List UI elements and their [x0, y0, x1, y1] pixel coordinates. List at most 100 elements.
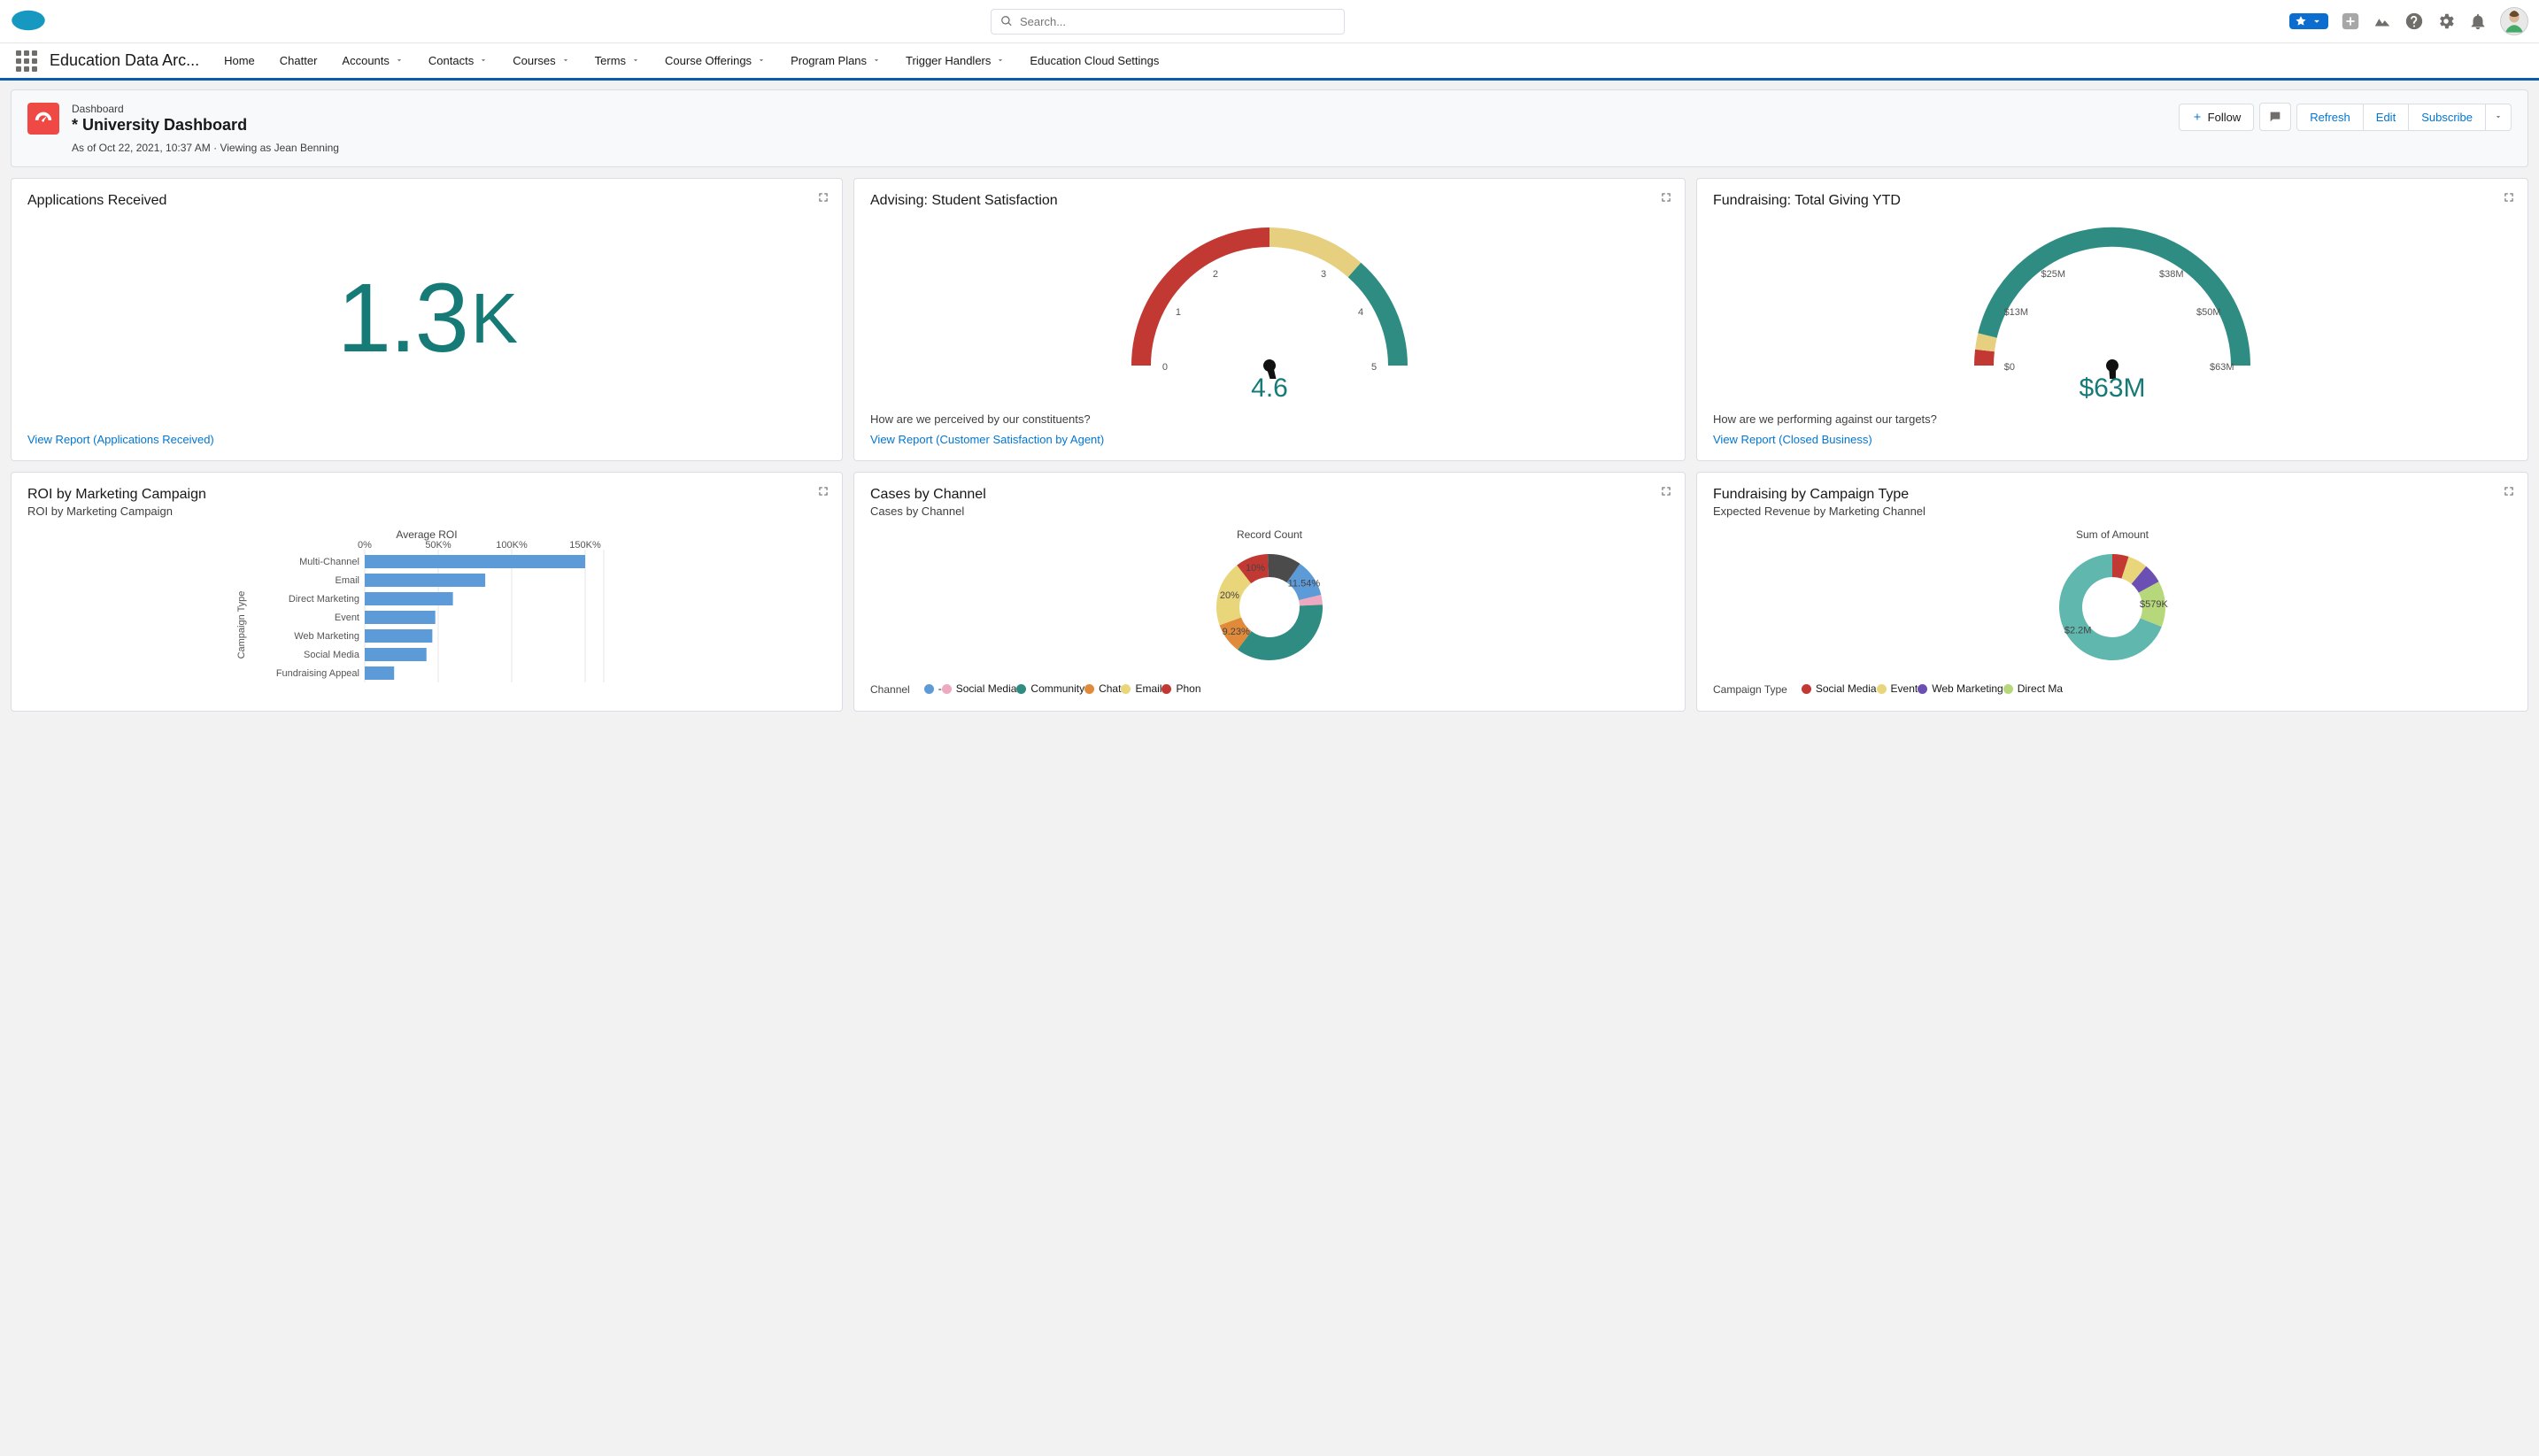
chevron-down-icon[interactable] [757, 54, 766, 67]
dashboard-icon [27, 103, 59, 135]
svg-text:50K%: 50K% [425, 541, 451, 551]
chevron-down-icon[interactable] [996, 54, 1005, 67]
svg-text:Direct Marketing: Direct Marketing [289, 594, 359, 605]
search-input[interactable] [1020, 15, 1335, 28]
search-icon [1000, 15, 1013, 27]
gauge-value: 4.6 [1251, 374, 1288, 404]
svg-text:20%: 20% [1220, 590, 1239, 601]
chevron-down-icon[interactable] [479, 54, 488, 67]
svg-text:4: 4 [1358, 307, 1363, 318]
svg-text:100K%: 100K% [496, 541, 528, 551]
legend-item: Email [1121, 682, 1161, 695]
satisfaction-gauge: 0 1 2 3 4 5 4.6 [870, 220, 1669, 404]
chevron-down-icon[interactable] [631, 54, 640, 67]
nav-tab-terms[interactable]: Terms [583, 43, 652, 78]
app-launcher-icon[interactable] [12, 47, 41, 75]
svg-text:11.54%: 11.54% [1288, 579, 1321, 589]
edit-button[interactable]: Edit [2364, 104, 2409, 131]
chevron-down-icon[interactable] [872, 54, 881, 67]
expand-button[interactable] [1660, 485, 1672, 500]
svg-text:10%: 10% [1246, 563, 1265, 574]
card-subtitle: ROI by Marketing Campaign [27, 505, 826, 518]
chart-title: Sum of Amount [1713, 528, 2512, 541]
card-title: Applications Received [27, 193, 826, 209]
svg-text:Fundraising Appeal: Fundraising Appeal [276, 668, 359, 679]
dashboard-action-group: Refresh Edit Subscribe [2296, 104, 2512, 131]
card-footnote: How are we perceived by our constituents… [870, 412, 1669, 426]
add-icon[interactable] [2341, 12, 2360, 31]
global-search[interactable] [991, 9, 1345, 35]
card-title: ROI by Marketing Campaign [27, 487, 826, 503]
chevron-down-icon [2311, 15, 2323, 27]
card-footnote: How are we performing against our target… [1713, 412, 2512, 426]
expand-button[interactable] [2503, 191, 2515, 206]
help-icon[interactable] [2404, 12, 2424, 31]
card-cases-by-channel: Cases by Channel Cases by Channel Record… [853, 472, 1686, 712]
global-header [0, 0, 2539, 43]
expand-button[interactable] [1660, 191, 1672, 206]
legend-item: Chat [1084, 682, 1121, 695]
follow-button[interactable]: Follow [2179, 104, 2255, 131]
svg-text:0%: 0% [358, 541, 372, 551]
roi-bar-chart: 0% 50K% 100K% 150K% Multi-ChannelEmailDi… [27, 541, 826, 696]
ytd-gauge: $0 $13M $25M $38M $50M $63M [1713, 220, 2512, 404]
nav-tab-home[interactable]: Home [212, 43, 267, 78]
svg-text:Web Marketing: Web Marketing [294, 631, 359, 642]
feed-button[interactable] [2259, 103, 2291, 131]
svg-text:Campaign Type: Campaign Type [236, 591, 247, 659]
legend-item: Community [1016, 682, 1084, 695]
cases-legend: Channel -Social MediaCommunityChatEmailP… [870, 682, 1669, 697]
setup-gear-icon[interactable] [2436, 12, 2456, 31]
svg-text:$579K: $579K [2140, 599, 2168, 610]
subscribe-button[interactable]: Subscribe [2409, 104, 2486, 131]
svg-text:1: 1 [1176, 307, 1181, 318]
nav-tab-courses[interactable]: Courses [500, 43, 582, 78]
trailhead-icon[interactable] [2373, 12, 2392, 31]
user-avatar[interactable] [2500, 7, 2528, 35]
svg-text:9.23%: 9.23% [1223, 627, 1250, 637]
nav-tab-accounts[interactable]: Accounts [329, 43, 415, 78]
salesforce-logo [11, 8, 46, 35]
svg-text:$50M: $50M [2196, 307, 2221, 318]
object-label: Dashboard [72, 103, 339, 115]
card-subtitle: Expected Revenue by Marketing Channel [1713, 505, 2512, 518]
favorites-button[interactable] [2289, 13, 2328, 29]
legend-item: Web Marketing [1918, 682, 2003, 695]
refresh-button[interactable]: Refresh [2296, 104, 2364, 131]
chevron-down-icon[interactable] [561, 54, 570, 67]
legend-item: Phon [1161, 682, 1200, 695]
expand-button[interactable] [817, 485, 830, 500]
svg-text:Multi-Channel: Multi-Channel [299, 557, 359, 567]
nav-tab-chatter[interactable]: Chatter [267, 43, 330, 78]
card-title: Fundraising: Total Giving YTD [1713, 193, 2512, 209]
expand-button[interactable] [817, 191, 830, 206]
nav-tab-course-offerings[interactable]: Course Offerings [652, 43, 778, 78]
svg-text:Event: Event [335, 612, 359, 623]
view-report-link[interactable]: View Report (Customer Satisfaction by Ag… [870, 433, 1104, 446]
card-roi-marketing: ROI by Marketing Campaign ROI by Marketi… [11, 472, 843, 712]
card-total-giving-ytd: Fundraising: Total Giving YTD $0 $13M $2… [1696, 178, 2528, 461]
chevron-down-icon[interactable] [395, 54, 404, 67]
svg-text:150K%: 150K% [569, 541, 601, 551]
nav-tab-education-cloud-settings[interactable]: Education Cloud Settings [1017, 43, 1171, 78]
chat-icon [2268, 110, 2282, 124]
card-applications-received: Applications Received 1.3K View Report (… [11, 178, 843, 461]
svg-text:Social Media: Social Media [304, 650, 360, 660]
notifications-bell-icon[interactable] [2468, 12, 2488, 31]
card-fundraising-campaign-type: Fundraising by Campaign Type Expected Re… [1696, 472, 2528, 712]
nav-tab-contacts[interactable]: Contacts [416, 43, 500, 78]
expand-button[interactable] [2503, 485, 2515, 500]
card-title: Cases by Channel [870, 487, 1669, 503]
plus-icon [2192, 112, 2203, 122]
svg-text:$63M: $63M [2210, 362, 2234, 373]
more-menu-button[interactable] [2486, 104, 2512, 131]
nav-tab-trigger-handlers[interactable]: Trigger Handlers [893, 43, 1017, 78]
nav-tab-program-plans[interactable]: Program Plans [778, 43, 893, 78]
view-report-link[interactable]: View Report (Applications Received) [27, 433, 214, 446]
card-subtitle: Cases by Channel [870, 505, 1669, 518]
svg-text:$0: $0 [2004, 362, 2015, 373]
cases-donut: 11.54% 9.23% 20% 10% [870, 541, 1669, 674]
page-title: * University Dashboard [72, 116, 339, 135]
chart-title: Average ROI [27, 528, 826, 541]
view-report-link[interactable]: View Report (Closed Business) [1713, 433, 1872, 446]
